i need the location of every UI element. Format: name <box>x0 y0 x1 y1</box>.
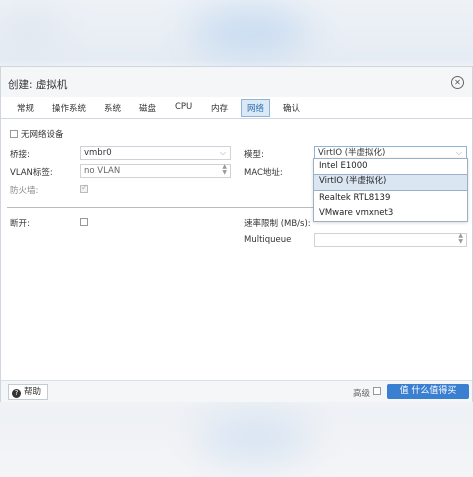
dialog-title: 创建: 虚拟机 <box>8 79 68 91</box>
mac-label: MAC地址: <box>244 168 283 178</box>
no-network-checkbox[interactable] <box>10 130 18 138</box>
tab-memory[interactable]: 内存 <box>211 102 228 114</box>
model-option-rtl8139[interactable]: Realtek RTL8139 <box>314 191 467 206</box>
spinner-icon[interactable]: ▲ ▼ <box>458 233 463 245</box>
bridge-select[interactable]: vmbr0 ⌵ <box>80 146 231 160</box>
model-option-virtio[interactable]: VirtIO (半虚拟化) <box>314 174 467 191</box>
tab-network[interactable]: 网络 <box>241 99 271 117</box>
tab-os[interactable]: 操作系统 <box>52 102 86 114</box>
background-blur <box>200 415 310 460</box>
tab-cpu[interactable]: CPU <box>175 102 192 112</box>
question-icon: ? <box>12 389 21 398</box>
firewall-label: 防火墙: <box>10 186 39 196</box>
multiqueue-input[interactable]: ▲ ▼ <box>314 233 467 247</box>
multiqueue-label: Multiqueue <box>244 235 292 245</box>
tab-disk[interactable]: 磁盘 <box>139 102 156 114</box>
tab-general[interactable]: 常规 <box>17 102 34 114</box>
help-button[interactable]: ? 帮助 <box>8 384 49 400</box>
disconnect-checkbox[interactable] <box>80 218 88 226</box>
bridge-value: vmbr0 <box>84 148 112 158</box>
model-option-e1000[interactable]: Intel E1000 <box>314 159 467 174</box>
model-option-vmxnet3[interactable]: VMware vmxnet3 <box>314 206 467 221</box>
background-blur <box>0 10 60 50</box>
model-label: 模型: <box>244 150 264 160</box>
rate-limit-label: 速率限制 (MB/s): <box>244 219 311 229</box>
vlan-input[interactable]: no VLAN ▲ ▼ <box>80 164 231 178</box>
model-value: VirtIO (半虚拟化) <box>318 148 386 158</box>
chevron-down-icon: ⌵ <box>219 148 226 157</box>
advanced-label: 高级 <box>353 389 371 399</box>
bridge-label: 桥接: <box>10 150 30 160</box>
create-vm-dialog: 创建: 虚拟机 ✕ 常规 操作系统 系统 磁盘 CPU 内存 网络 确认 无网络… <box>0 66 473 402</box>
disconnect-label: 断开: <box>10 219 30 229</box>
watermark-logo: 值 什么值得买 <box>387 384 469 399</box>
firewall-checkbox[interactable]: ✓ <box>80 183 88 193</box>
tab-bar: 常规 操作系统 系统 磁盘 CPU 内存 网络 确认 <box>1 98 472 119</box>
tab-system[interactable]: 系统 <box>104 102 121 114</box>
dialog-footer: ? 帮助 高级 值 什么值得买 <box>1 380 472 402</box>
vlan-value: no VLAN <box>84 166 121 176</box>
no-network-label: 无网络设备 <box>21 130 64 140</box>
vlan-label: VLAN标签: <box>10 168 53 178</box>
model-dropdown-list: Intel E1000 VirtIO (半虚拟化) Realtek RTL813… <box>313 158 468 222</box>
advanced-checkbox[interactable] <box>373 387 381 395</box>
close-icon[interactable]: ✕ <box>451 76 464 89</box>
tab-confirm[interactable]: 确认 <box>283 102 300 114</box>
help-label: 帮助 <box>24 387 42 397</box>
dialog-titlebar: 创建: 虚拟机 ✕ <box>1 67 472 97</box>
background-blur <box>190 8 310 58</box>
check-icon: ✓ <box>81 183 88 192</box>
spinner-icon[interactable]: ▲ ▼ <box>222 164 227 176</box>
